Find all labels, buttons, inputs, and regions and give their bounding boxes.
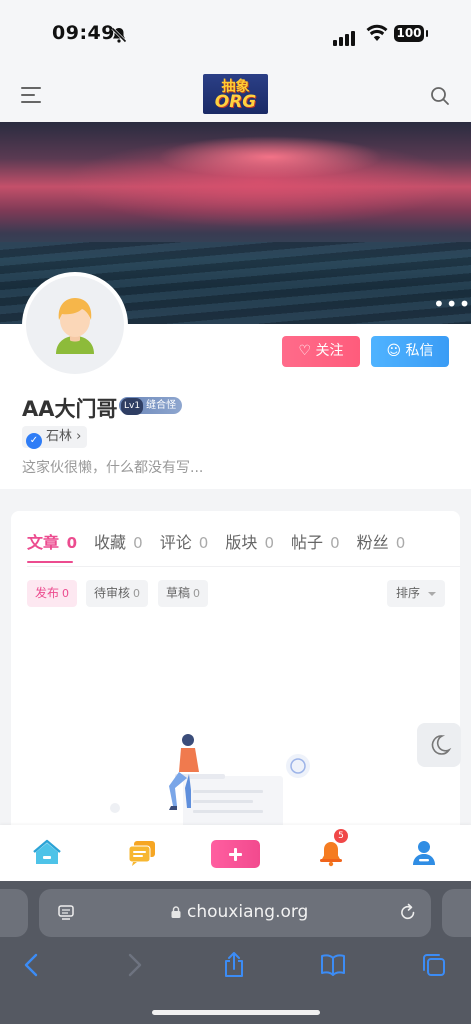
tab-label: 版块 xyxy=(225,533,258,552)
next-tab-preview[interactable] xyxy=(442,889,471,937)
tab-count: 0 xyxy=(264,534,274,552)
wifi-icon xyxy=(366,24,388,41)
reader-mode-icon[interactable] xyxy=(57,904,75,922)
forward-icon[interactable] xyxy=(121,952,147,978)
tab-boards[interactable]: 版块 0 xyxy=(225,529,274,553)
home-indicator[interactable] xyxy=(152,1010,320,1015)
tab-count: 0 xyxy=(66,534,78,552)
filter-published[interactable]: 发布 0 xyxy=(27,580,78,607)
default-avatar-icon xyxy=(56,298,94,354)
search-icon[interactable] xyxy=(430,86,450,106)
filter-label: 发布 xyxy=(35,586,60,600)
tab-label: 帖子 xyxy=(291,533,324,552)
bottom-navigation: 5 xyxy=(0,825,471,881)
previous-tab-preview[interactable] xyxy=(0,889,28,937)
chevron-right-icon: › xyxy=(76,429,82,444)
location-tag[interactable]: ✓ 石林 › xyxy=(22,426,88,449)
avatar[interactable] xyxy=(22,272,128,378)
tabs-icon[interactable] xyxy=(421,952,447,978)
filter-drafts[interactable]: 草稿 0 xyxy=(158,580,209,607)
home-icon[interactable] xyxy=(33,839,61,867)
tab-count: 0 xyxy=(198,534,209,552)
tab-fans[interactable]: 粉丝 0 xyxy=(357,529,406,553)
bell-muted-icon xyxy=(111,27,127,43)
tab-count: 0 xyxy=(395,534,406,552)
reload-icon[interactable] xyxy=(399,903,417,923)
tab-count: 0 xyxy=(330,534,340,552)
tab-label: 文章 xyxy=(27,533,60,552)
tab-divider xyxy=(27,566,460,567)
heart-icon: ♡ xyxy=(298,343,312,359)
status-time: 09:49 xyxy=(52,22,115,44)
username: AA大门哥 xyxy=(22,397,118,421)
user-bio: 这家伙很懒，什么都没有写... xyxy=(22,460,204,476)
chat-bubble-icon: ☺ xyxy=(386,343,402,359)
level-title: 缝合怪 xyxy=(146,400,177,411)
tab-label: 评论 xyxy=(159,533,192,552)
tab-articles[interactable]: 文章 0 xyxy=(27,529,78,563)
add-post-button[interactable] xyxy=(211,840,260,868)
menu-icon[interactable] xyxy=(20,86,42,104)
follow-button[interactable]: ♡ 关注 xyxy=(282,336,360,367)
user-icon[interactable] xyxy=(410,839,438,867)
logo-sub: ORG xyxy=(214,92,257,112)
bell-icon[interactable] xyxy=(317,839,345,867)
filter-label: 草稿 xyxy=(166,586,191,600)
filter-count: 0 xyxy=(133,587,141,600)
tab-comments[interactable]: 评论 0 xyxy=(160,529,209,553)
follow-label: 关注 xyxy=(315,343,344,359)
dark-mode-toggle[interactable] xyxy=(417,723,461,767)
back-icon[interactable] xyxy=(19,952,45,978)
filter-count: 0 xyxy=(62,587,70,600)
site-logo[interactable]: 抽象 ORG xyxy=(203,74,268,114)
filter-count: 0 xyxy=(193,587,201,600)
tab-count: 0 xyxy=(133,534,143,552)
filter-pending[interactable]: 待审核 0 xyxy=(86,580,149,607)
tab-label: 粉丝 xyxy=(356,533,389,552)
tab-favorites[interactable]: 收藏 0 xyxy=(94,529,143,553)
more-options-icon[interactable]: ••• xyxy=(433,292,471,316)
sort-dropdown[interactable]: 排序 xyxy=(387,580,445,607)
notification-badge: 5 xyxy=(334,829,348,843)
location-text: 石林 xyxy=(46,429,73,444)
url-text: chouxiang.org xyxy=(187,902,309,922)
chat-icon[interactable] xyxy=(128,839,156,867)
level-badge: Lv1 缝合怪 xyxy=(119,397,183,415)
message-button[interactable]: ☺ 私信 xyxy=(371,336,449,367)
share-icon[interactable] xyxy=(221,952,247,978)
message-label: 私信 xyxy=(405,343,434,359)
level-number: Lv1 xyxy=(121,398,144,415)
verified-icon: ✓ xyxy=(26,433,42,449)
profile-tabs: 文章 0 收藏 0 评论 0 版块 0 帖子 0 粉丝 0 xyxy=(27,529,422,563)
filter-label: 待审核 xyxy=(94,586,131,600)
signal-icon xyxy=(333,27,357,46)
empty-state-illustration xyxy=(110,734,310,828)
battery-icon: 100 xyxy=(394,25,428,42)
tab-posts[interactable]: 帖子 0 xyxy=(291,529,340,553)
bookmarks-icon[interactable] xyxy=(320,952,346,978)
tab-label: 收藏 xyxy=(94,533,127,552)
lock-icon xyxy=(171,906,181,918)
